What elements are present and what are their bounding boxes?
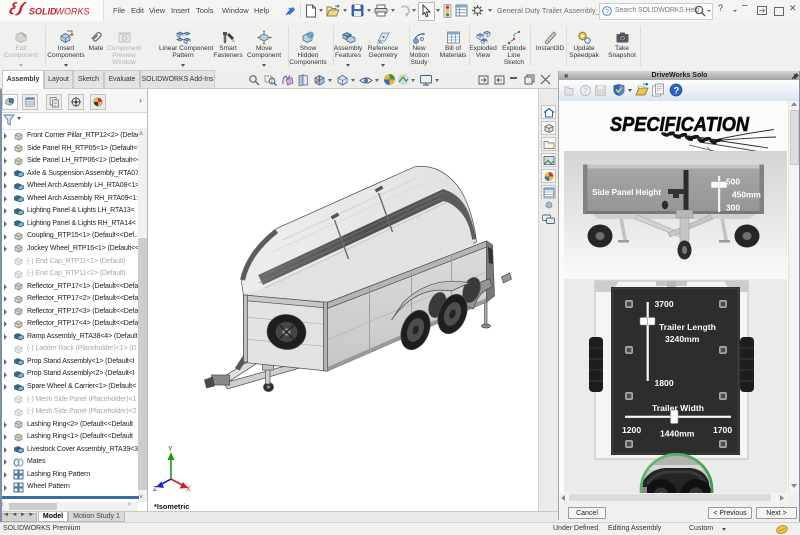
svg-text:SPECIFICATION: SPECIFICATION — [610, 113, 750, 136]
svg-text:?: ? — [583, 87, 588, 96]
svg-text:WORKS: WORKS — [56, 7, 90, 17]
svg-text:1200: 1200 — [622, 425, 641, 435]
svg-text:1440mm: 1440mm — [660, 429, 695, 439]
svg-text:?: ? — [674, 86, 680, 97]
svg-text:X: X — [186, 486, 191, 493]
svg-text:450mm: 450mm — [732, 190, 761, 200]
svg-text:3700: 3700 — [655, 299, 674, 309]
svg-text:Trailer Length: Trailer Length — [659, 322, 716, 332]
svg-text:Side Panel Height: Side Panel Height — [592, 188, 661, 197]
svg-text:SOLID: SOLID — [29, 7, 57, 17]
svg-text:300: 300 — [726, 203, 740, 213]
svg-text:Z: Z — [153, 486, 158, 493]
svg-text:3240mm: 3240mm — [665, 334, 700, 344]
svg-text:Y: Y — [168, 446, 173, 453]
svg-text:1700: 1700 — [713, 425, 732, 435]
svg-text:500: 500 — [726, 177, 740, 187]
svg-text:1800: 1800 — [655, 378, 674, 388]
svg-text:?: ? — [605, 8, 609, 15]
